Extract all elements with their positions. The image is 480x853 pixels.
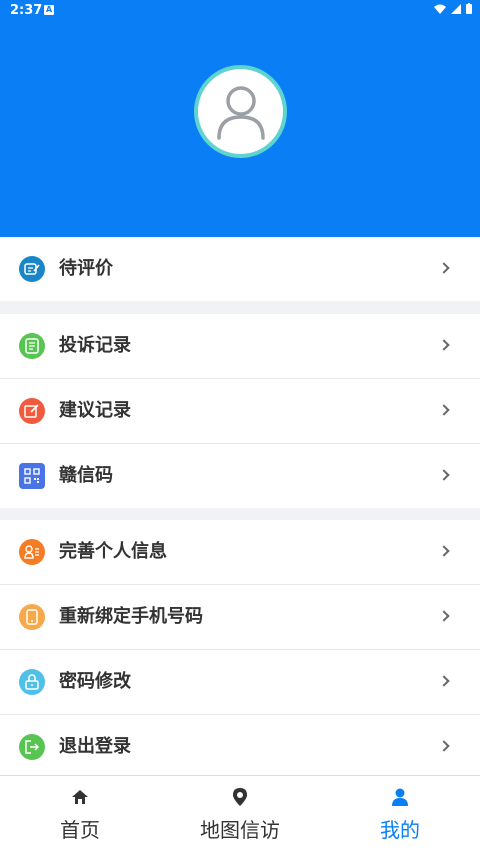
map-pin-icon	[233, 788, 247, 806]
status-icons	[434, 3, 472, 14]
profile-header: 2:37 A	[0, 0, 480, 237]
menu-group-records: 投诉记录 建议记录 赣信码	[0, 314, 480, 508]
menu-item-rebind-phone[interactable]: 重新绑定手机号码	[0, 585, 480, 650]
qr-code-icon	[19, 463, 45, 489]
menu-label: 密码修改	[59, 671, 131, 692]
suggestion-record-icon	[19, 398, 45, 424]
default-avatar-icon	[216, 85, 265, 140]
menu-item-suggestion-record[interactable]: 建议记录	[0, 379, 480, 444]
menu-item-change-password[interactable]: 密码修改	[0, 650, 480, 715]
logout-icon	[19, 734, 45, 760]
personal-info-icon	[19, 539, 45, 565]
evaluate-icon	[19, 256, 45, 282]
menu-label: 重新绑定手机号码	[59, 606, 203, 627]
menu-item-qr-code[interactable]: 赣信码	[0, 444, 480, 508]
menu-label: 退出登录	[59, 736, 131, 757]
home-icon	[72, 790, 88, 804]
chevron-right-icon	[438, 740, 450, 752]
chevron-right-icon	[438, 404, 450, 416]
menu-label: 赣信码	[59, 465, 113, 486]
menu-label: 完善个人信息	[59, 541, 167, 562]
notification-icon: A	[44, 5, 54, 15]
chevron-right-icon	[438, 469, 450, 481]
user-icon	[392, 788, 408, 806]
phone-icon	[19, 604, 45, 630]
menu-label: 投诉记录	[59, 335, 131, 356]
bottom-tab-bar: 首页 地图信访 我的	[0, 775, 480, 853]
avatar-image	[198, 69, 283, 154]
battery-icon	[466, 3, 472, 14]
menu-item-complaint-record[interactable]: 投诉记录	[0, 314, 480, 379]
tab-label: 地图信访	[200, 818, 280, 842]
status-time: 2:37	[10, 3, 43, 18]
tab-label: 首页	[60, 818, 100, 842]
tab-mine[interactable]: 我的	[320, 776, 480, 853]
menu-group-account: 完善个人信息 重新绑定手机号码 密码修改 退出登录	[0, 520, 480, 775]
complaint-record-icon	[19, 333, 45, 359]
tab-label: 我的	[380, 818, 420, 842]
menu-item-logout[interactable]: 退出登录	[0, 715, 480, 775]
tab-map-petition[interactable]: 地图信访	[160, 776, 320, 853]
menu-label: 建议记录	[59, 400, 131, 421]
signal-icon	[451, 3, 461, 14]
chevron-right-icon	[438, 610, 450, 622]
menu-label: 待评价	[59, 258, 113, 279]
menu-item-personal-info[interactable]: 完善个人信息	[0, 520, 480, 585]
status-bar: 2:37 A	[0, 0, 480, 20]
menu-item-evaluate[interactable]: 待评价	[0, 237, 480, 301]
wifi-icon	[434, 4, 446, 14]
chevron-right-icon	[438, 262, 450, 274]
lock-icon	[19, 669, 45, 695]
avatar[interactable]	[194, 65, 287, 158]
tab-home[interactable]: 首页	[0, 776, 160, 853]
chevron-right-icon	[438, 675, 450, 687]
menu-group-evaluation: 待评价	[0, 237, 480, 301]
chevron-right-icon	[438, 339, 450, 351]
chevron-right-icon	[438, 545, 450, 557]
